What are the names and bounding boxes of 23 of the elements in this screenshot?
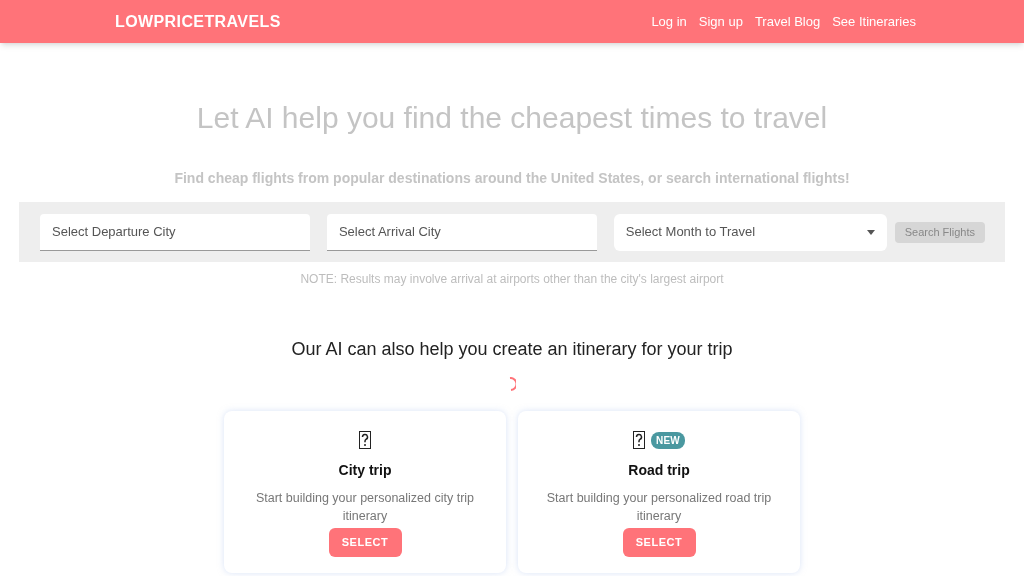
question-box-icon	[359, 431, 371, 449]
nav-link[interactable]: Travel Blog	[754, 11, 821, 32]
card-title: City trip	[338, 461, 392, 480]
card-description: Start building your personalized road trip itinerary	[545, 490, 773, 525]
note-text: NOTE: Results may involve arrival at airports other than the city's largest airport	[299, 271, 725, 288]
card-title: Road trip	[628, 461, 690, 480]
nav-link[interactable]: Log in	[651, 11, 687, 32]
select-button[interactable]: SELECT	[328, 528, 402, 557]
caret-icon	[866, 229, 875, 235]
arrival-city-field[interactable]: Select Arrival City	[326, 213, 597, 251]
hero-title: Let AI help you find the cheapest times to travel	[195, 100, 829, 136]
card-description: Start building your personalized city trip itinerary	[254, 490, 476, 525]
select-button[interactable]: SELECT	[622, 528, 696, 557]
month-dropdown[interactable]: Select Month to Travel	[613, 213, 887, 251]
search-flights-button[interactable]: Search Flights	[894, 221, 985, 243]
nav-link[interactable]: See Itineraries	[832, 11, 916, 32]
itinerary-heading: Our AI can also help you create an itinerary for your trip	[290, 338, 734, 361]
departure-city-field[interactable]: Select Departure City	[40, 213, 310, 251]
brand-logo[interactable]: LOWPRICETRAVELS	[115, 9, 281, 34]
hero-subtitle: Find cheap flights from popular destinations around the United States, or search international flights!	[173, 169, 851, 188]
nav-link[interactable]: Sign up	[698, 11, 743, 32]
new-badge: NEW	[650, 431, 686, 449]
question-box-icon	[632, 431, 645, 449]
